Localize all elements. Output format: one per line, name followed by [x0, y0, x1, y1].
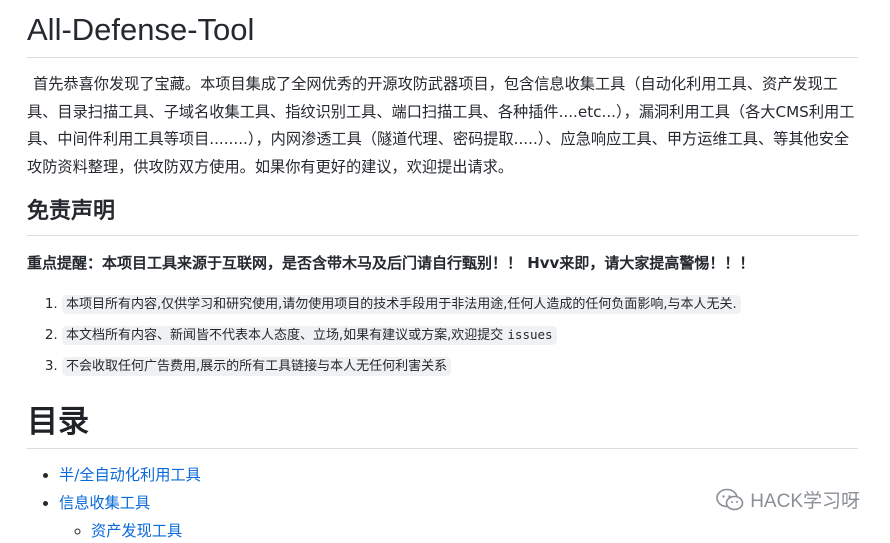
- intro-paragraph: 首先恭喜你发现了宝藏。本项目集成了全网优秀的开源攻防武器项目，包含信息收集工具（…: [27, 75, 855, 176]
- note-text: 本文档所有内容、新闻皆不代表本人态度、立场,如果有建议或方案,欢迎提交 issu…: [62, 326, 557, 345]
- note-text: 不会收取任何广告费用,展示的所有工具链接与本人无任何利害关系: [62, 357, 452, 376]
- note-text: 本项目所有内容,仅供学习和研究使用,请勿使用项目的技术手段用于非法用途,任何人造…: [62, 295, 741, 314]
- page-title: All-Defense-Tool: [27, 0, 858, 58]
- disclaimer-heading: 免责声明: [27, 197, 858, 236]
- toc-heading: 目录: [27, 402, 858, 449]
- readme-content: All-Defense-Tool 首先恭喜你发现了宝藏。本项目集成了全网优秀的开…: [27, 0, 858, 543]
- toc-link-automation-tools[interactable]: 半/全自动化利用工具: [59, 466, 201, 484]
- watermark-text: HACK学习呀: [750, 491, 860, 512]
- warning-text: 重点提醒：本项目工具来源于互联网，是否含带木马及后门请自行甄别！！ Hvv来即，…: [27, 254, 755, 272]
- toc-subitem: 资产发现工具: [91, 517, 858, 543]
- wechat-icon: [716, 488, 744, 512]
- toc-item: 半/全自动化利用工具: [59, 461, 858, 489]
- toc-sublist: 资产发现工具: [59, 517, 858, 543]
- toc-link-asset-discovery-tools[interactable]: 资产发现工具: [91, 522, 182, 540]
- list-item: 不会收取任何广告费用,展示的所有工具链接与本人无任何利害关系: [62, 351, 858, 382]
- issues-code: issues: [507, 327, 553, 342]
- list-item: 本项目所有内容,仅供学习和研究使用,请勿使用项目的技术手段用于非法用途,任何人造…: [62, 289, 858, 320]
- note-text-body: 本文档所有内容、新闻皆不代表本人态度、立场,如果有建议或方案,欢迎提交: [66, 328, 508, 343]
- watermark: HACK学习呀: [716, 486, 860, 513]
- toc-link-info-gathering-tools[interactable]: 信息收集工具: [59, 494, 150, 512]
- disclaimer-list: 本项目所有内容,仅供学习和研究使用,请勿使用项目的技术手段用于非法用途,任何人造…: [27, 289, 858, 382]
- list-item: 本文档所有内容、新闻皆不代表本人态度、立场,如果有建议或方案,欢迎提交 issu…: [62, 320, 858, 351]
